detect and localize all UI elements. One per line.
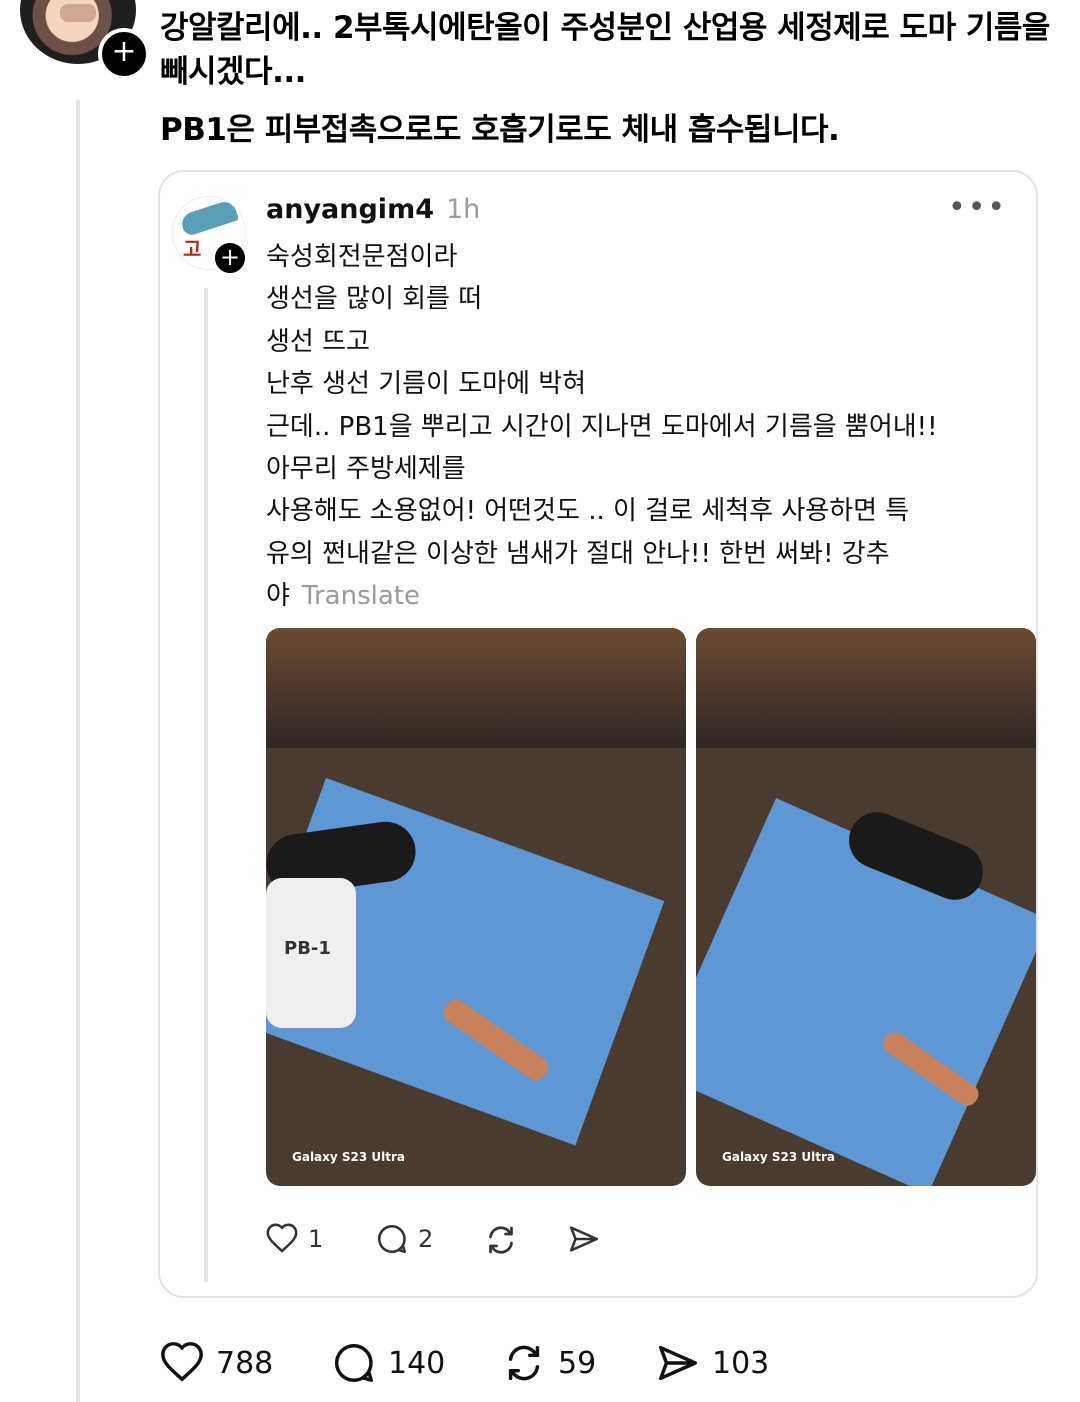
quoted-post-card[interactable]: 고 + anyangim4 1h ••• 숙성회전문점이라 생선을 많이 회를 … xyxy=(158,170,1038,1298)
thread-line xyxy=(76,100,80,1402)
quoted-like-button[interactable]: 1 xyxy=(264,1222,323,1256)
repost-button[interactable]: 59 xyxy=(500,1340,596,1386)
quoted-line: 유의 쩐내같은 이상한 냄새가 절대 안나!! 한번 써봐! 강추 xyxy=(266,538,890,569)
photo-watermark: Galaxy S23 Ultra xyxy=(292,1150,406,1164)
post-line: 강알칼리에.. 2부톡시에탄올이 주성분인 산업용 세정제로 도마 기름을 xyxy=(160,10,1050,46)
repost-icon xyxy=(500,1340,548,1386)
repost-count: 59 xyxy=(558,1345,597,1381)
photo-background xyxy=(696,628,1036,748)
heart-icon xyxy=(158,1340,206,1386)
like-count: 788 xyxy=(216,1345,274,1381)
reply-button[interactable]: 140 xyxy=(330,1340,445,1386)
quoted-line: 생선 뜨고 xyxy=(266,326,370,357)
post-line: PB1은 피부접촉으로도 호흡기로도 체내 흡수됩니다. xyxy=(160,112,840,148)
quoted-line: 아무리 주방세제를 xyxy=(266,454,466,485)
send-icon xyxy=(566,1222,602,1256)
quoted-share-button[interactable] xyxy=(566,1222,602,1256)
post-text: 강알칼리에.. 2부톡시에탄올이 주성분인 산업용 세정제로 도마 기름을 빼시… xyxy=(160,6,1050,152)
quoted-like-count: 1 xyxy=(308,1225,324,1253)
quoted-repost-button[interactable] xyxy=(482,1222,520,1258)
like-button[interactable]: 788 xyxy=(158,1340,273,1386)
quoted-post-text: 숙성회전문점이라 생선을 많이 회를 떠 생선 뜨고 난후 생선 기름이 도마에… xyxy=(266,236,1026,618)
spray-bottle: PB-1 xyxy=(266,878,356,1028)
comment-icon xyxy=(374,1222,410,1256)
quoted-actions: 1 2 xyxy=(264,1222,644,1266)
post-photo-1[interactable]: PB-1 Galaxy S23 Ultra xyxy=(266,628,686,1186)
send-icon xyxy=(654,1340,702,1386)
quoted-line-last: 야 Translate xyxy=(266,575,1026,617)
photo-watermark: Galaxy S23 Ultra xyxy=(722,1150,836,1164)
post-photo-2[interactable]: Galaxy S23 Ultra xyxy=(696,628,1036,1186)
reply-count: 140 xyxy=(388,1345,446,1381)
repost-icon xyxy=(482,1222,520,1258)
post-actions: 788 140 59 103 xyxy=(158,1340,858,1390)
quoted-line: 근데.. PB1을 뿌리고 시간이 지나면 도마에서 기름을 뿜어내!! xyxy=(266,411,938,442)
quoted-reply-count: 2 xyxy=(418,1225,434,1253)
quoted-username[interactable]: anyangim4 xyxy=(266,194,434,225)
follow-plus-icon[interactable]: + xyxy=(98,28,150,80)
share-count: 103 xyxy=(712,1345,770,1381)
quoted-line: 야 xyxy=(266,581,290,612)
quoted-reply-button[interactable]: 2 xyxy=(374,1222,433,1256)
quoted-line: 숙성회전문점이라 xyxy=(266,242,458,272)
heart-icon xyxy=(264,1222,300,1256)
logo-text: 고 xyxy=(183,237,202,261)
bottle-label: PB-1 xyxy=(284,938,331,959)
quoted-line: 생선을 많이 회를 떠 xyxy=(266,284,483,315)
whale-logo-icon xyxy=(178,198,240,238)
quoted-line: 난후 생선 기름이 도마에 박혀 xyxy=(266,369,587,400)
share-button[interactable]: 103 xyxy=(654,1340,769,1386)
quoted-follow-plus-icon[interactable]: + xyxy=(212,240,248,276)
more-options-icon[interactable]: ••• xyxy=(948,190,1007,225)
quoted-thread-line xyxy=(204,288,208,1282)
avatar-face xyxy=(60,4,96,22)
quoted-line: 사용해도 소용없어! 어떤것도 .. 이 걸로 세척후 사용하면 특 xyxy=(266,496,910,527)
quoted-timestamp: 1h xyxy=(446,194,481,225)
post-line: 빼시겠다... xyxy=(160,54,306,90)
comment-icon xyxy=(330,1340,378,1386)
photo-background xyxy=(266,628,686,748)
translate-link[interactable]: Translate xyxy=(302,581,420,611)
